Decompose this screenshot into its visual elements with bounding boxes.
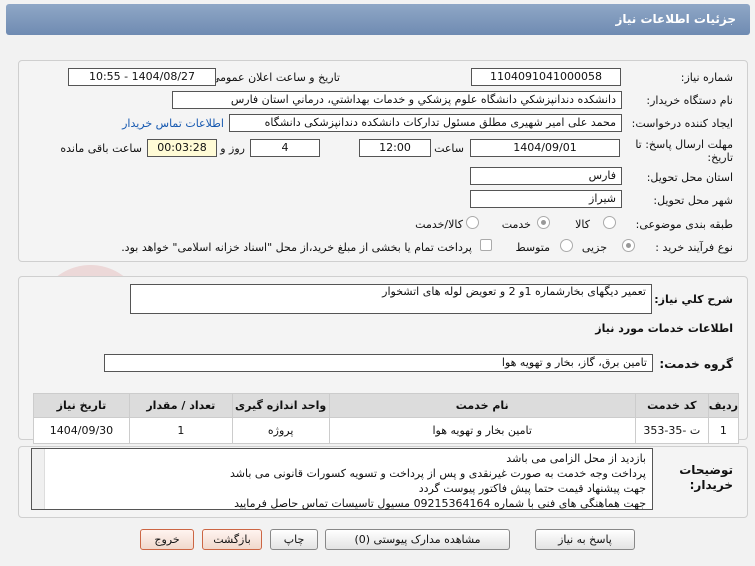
- category-radio-goods-service[interactable]: [466, 216, 479, 229]
- creator-field: محمد علی امیر شهیری مطلق مسئول تدارکات د…: [229, 114, 622, 132]
- buyer-label: نام دستگاه خریدار:: [646, 94, 733, 107]
- city-label: شهر محل تحویل:: [653, 194, 733, 207]
- category-option-goods: کالا: [575, 218, 590, 231]
- announce-field: 1404/08/27 - 10:55: [68, 68, 216, 86]
- creator-label: ایجاد کننده درخواست:: [631, 117, 733, 130]
- deadline-time-label: ساعت: [434, 142, 464, 155]
- days-field: 4: [250, 139, 320, 157]
- category-option-goods-service: کالا/خدمت: [415, 218, 463, 231]
- col-service-name: نام خدمت: [328, 393, 636, 418]
- description-field: تعمیر دیگهای بخارشماره 1و 2 و تعویض لوله…: [130, 284, 652, 314]
- attachments-button[interactable]: مشاهده مدارک پیوستی (0): [325, 529, 510, 550]
- exit-button[interactable]: خروج: [140, 529, 194, 550]
- cell-service-name: تامین بخار و تهویه هوا: [328, 417, 636, 444]
- province-field: فارس: [470, 167, 622, 185]
- service-group-field: تامین برق، گاز، بخار و تهویه هوا: [104, 354, 653, 372]
- need-number-field: 1104091041000058: [471, 68, 621, 86]
- purchase-type-label: نوع فرآیند خرید :: [655, 241, 733, 254]
- need-number-label: شماره نیاز:: [680, 71, 733, 84]
- buyer-field: دانشکده دندانپزشکي دانشگاه علوم پزشکي و …: [172, 91, 622, 109]
- city-field: شیراز: [470, 190, 622, 208]
- reply-button[interactable]: پاسخ به نیاز: [535, 529, 635, 550]
- cell-need-date: 1404/09/30: [33, 417, 130, 444]
- category-radio-service[interactable]: [537, 216, 550, 229]
- province-label: استان محل تحویل:: [646, 171, 733, 184]
- print-button[interactable]: چاپ: [270, 529, 318, 550]
- remaining-label: ساعت باقی مانده: [60, 142, 142, 155]
- page-title-bar: جزئیات اطلاعات نیاز: [6, 4, 750, 35]
- col-row: ردیف: [707, 393, 740, 418]
- page-title: جزئیات اطلاعات نیاز: [615, 12, 736, 26]
- buyer-notes-label: توضیحات خریدار:: [679, 463, 733, 492]
- deadline-label: مهلت ارسال پاسخ: تا تاریخ:: [635, 138, 733, 164]
- category-option-service: خدمت: [501, 218, 531, 231]
- table-header-row: ردیف کد خدمت نام خدمت واحد اندازه گیری ت…: [33, 393, 740, 418]
- remaining-time-field: 00:03:28: [147, 139, 217, 157]
- note-line: بازدید از محل الزامی می باشد: [506, 452, 646, 465]
- deadline-time-field: 12:00: [359, 139, 431, 157]
- col-unit: واحد اندازه گیری: [231, 393, 330, 418]
- cell-unit: پروژه: [231, 417, 330, 444]
- cell-service-code: ت -35-353: [634, 417, 709, 444]
- note-line: جهت هماهنگی های فنی با شماره 09215364164…: [234, 497, 646, 510]
- services-table: ردیف کد خدمت نام خدمت واحد اندازه گیری ت…: [33, 393, 740, 444]
- purchase-radio-minor[interactable]: [622, 239, 635, 252]
- treasury-note: پرداخت تمام یا بخشی از مبلغ خرید،از محل …: [121, 241, 472, 254]
- table-row: 1 ت -35-353 تامین بخار و تهویه هوا پروژه…: [33, 417, 740, 444]
- purchase-option-medium: متوسط: [515, 241, 550, 254]
- cell-row: 1: [707, 417, 740, 444]
- buyer-notes-field: بازدید از محل الزامی می باشد پرداخت وجه …: [31, 448, 653, 510]
- col-need-date: تاریخ نیاز: [33, 393, 130, 418]
- category-label: طبقه بندی موضوعی:: [635, 218, 733, 231]
- col-service-code: کد خدمت: [634, 393, 709, 418]
- purchase-radio-medium[interactable]: [560, 239, 573, 252]
- service-group-label: گروه خدمت:: [659, 357, 733, 371]
- treasury-checkbox[interactable]: [480, 239, 492, 251]
- col-quantity: تعداد / مقدار: [128, 393, 233, 418]
- services-heading: اطلاعات خدمات مورد نیاز: [595, 322, 733, 335]
- days-label: روز و: [220, 142, 245, 155]
- purchase-option-minor: جزیی: [581, 241, 607, 254]
- notes-scrollbar[interactable]: [32, 449, 45, 509]
- note-line: پرداخت وجه خدمت به صورت غیرنقدی و پس از …: [230, 467, 646, 480]
- cell-quantity: 1: [128, 417, 233, 444]
- buyer-contact-link[interactable]: اطلاعات تماس خریدار: [122, 117, 224, 130]
- back-button[interactable]: بازگشت: [202, 529, 262, 550]
- deadline-date-field: 1404/09/01: [470, 139, 620, 157]
- description-label: شرح کلي نیاز:: [654, 293, 733, 306]
- note-line: جهت پیشنهاد قیمت حتما پیش فاکتور پیوست گ…: [418, 482, 646, 495]
- category-radio-goods[interactable]: [603, 216, 616, 229]
- announce-label: تاریخ و ساعت اعلان عمومی:: [207, 71, 340, 84]
